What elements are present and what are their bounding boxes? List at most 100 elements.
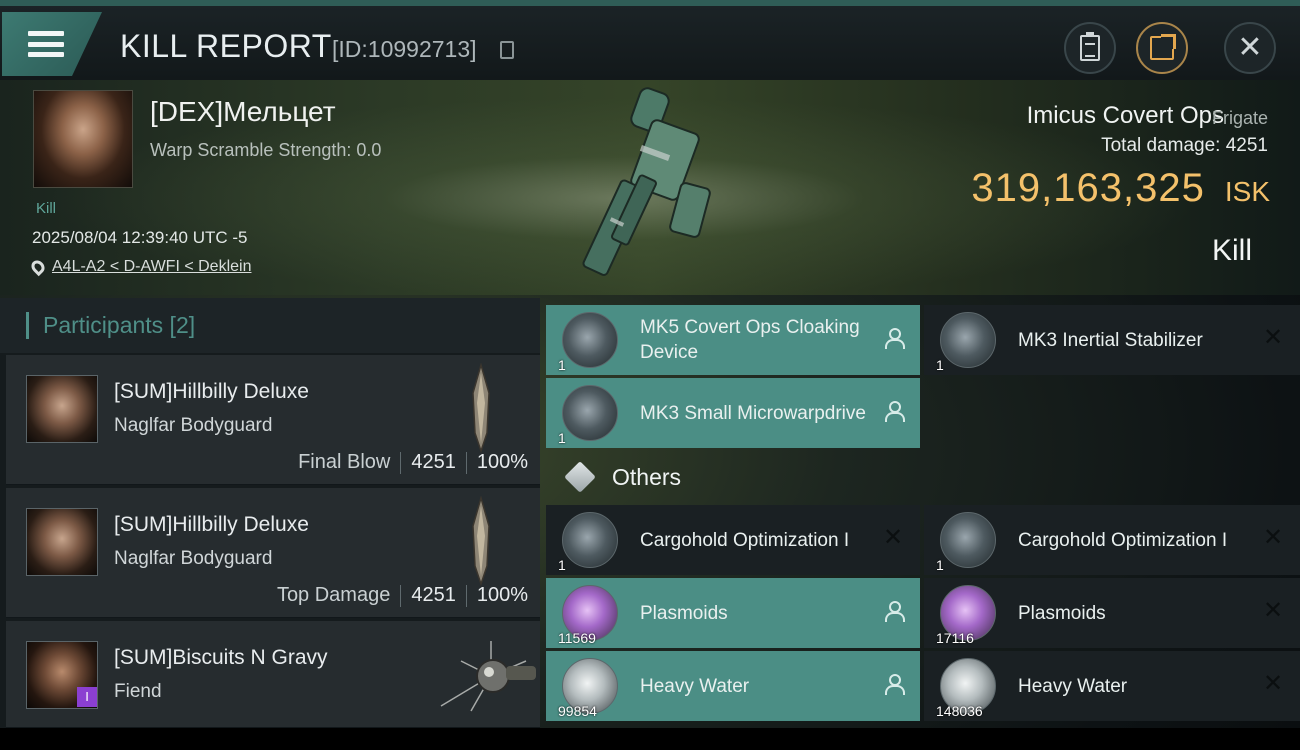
- participant-stats: Final Blow 4251 100%: [298, 451, 528, 474]
- person-icon: [884, 601, 905, 622]
- victim-banner: [DEX]Мельцет Warp Scramble Strength: 0.0…: [0, 80, 1300, 295]
- item-qty: 148036: [936, 703, 983, 719]
- item-name: Plasmoids: [640, 603, 728, 624]
- module-qty: 1: [936, 357, 944, 373]
- dropped-indicator: [882, 400, 905, 422]
- participant-stats: Top Damage 4251 100%: [277, 584, 528, 607]
- menu-button[interactable]: [2, 12, 102, 76]
- participant-badge: I: [77, 687, 97, 707]
- destroyed-indicator: ✕: [882, 524, 904, 551]
- item-name: Cargohold Optimization I: [1018, 529, 1228, 551]
- ship-name[interactable]: Imicus Covert Ops: [1027, 102, 1224, 130]
- participant-name: [SUM]Hillbilly Deluxe: [114, 513, 309, 536]
- page-title: KILL REPORT: [120, 28, 332, 64]
- item-qty: 1: [558, 557, 566, 573]
- participant-name: [SUM]Hillbilly Deluxe: [114, 380, 309, 403]
- isk-row: 319,163,325 ISK: [971, 166, 1270, 211]
- stat-divider: [400, 451, 402, 474]
- participants-header: Participants [2]: [0, 298, 540, 353]
- module-item[interactable]: 1 MK3 Small Microwarpdrive: [546, 378, 920, 448]
- kill-result: Kill: [1211, 234, 1252, 267]
- dropped-indicator: [882, 673, 905, 695]
- isk-value: 319,163,325: [971, 166, 1205, 210]
- victim-name[interactable]: [DEX]Мельцет: [150, 96, 336, 128]
- close-x-icon: ✕: [1262, 524, 1284, 551]
- close-x-icon: ✕: [882, 524, 904, 551]
- close-button[interactable]: ✕: [1224, 22, 1276, 74]
- close-x-icon: ✕: [1262, 597, 1284, 624]
- item-qty: 11569: [558, 630, 596, 646]
- ship-class: Frigate: [1211, 108, 1268, 128]
- participant-row[interactable]: I [SUM]Biscuits N Gravy Fiend: [6, 621, 540, 728]
- cargo-item[interactable]: 1 Cargohold Optimization I ✕: [924, 505, 1300, 575]
- location-link[interactable]: A4L-A2 < D-AWFI < Deklein: [52, 258, 251, 276]
- ship-render: [582, 87, 711, 276]
- kill-timestamp: 2025/08/04 12:39:40 UTC -5: [32, 228, 248, 247]
- share-button[interactable]: [1136, 22, 1188, 74]
- header-bar: KILL REPORT [ID:10992713] ✕: [0, 0, 1300, 80]
- participant-ship-render: [472, 363, 490, 453]
- cargo-item[interactable]: 148036 Heavy Water ✕: [924, 651, 1300, 721]
- participant-avatar: [26, 508, 98, 576]
- menu-icon: [28, 31, 64, 57]
- participant-ship: Fiend: [114, 681, 162, 702]
- dropped-indicator: [882, 600, 905, 622]
- person-icon: [884, 328, 905, 349]
- location-row[interactable]: A4L-A2 < D-AWFI < Deklein: [28, 257, 251, 277]
- module-item[interactable]: 1 MK3 Inertial Stabilizer ✕: [924, 305, 1300, 375]
- copy-id-icon[interactable]: [500, 41, 514, 59]
- warp-scramble-strength: Warp Scramble Strength: 0.0: [150, 140, 382, 160]
- cloaking-device-icon: [562, 312, 618, 368]
- destroyed-indicator: ✕: [1262, 672, 1284, 696]
- item-qty: 17116: [936, 630, 974, 646]
- victim-portrait[interactable]: [33, 90, 133, 188]
- item-name: Cargohold Optimization I: [640, 529, 850, 551]
- destroyed-indicator: ✕: [1262, 597, 1284, 624]
- person-icon: [884, 401, 905, 422]
- participant-name: [SUM]Biscuits N Gravy: [114, 646, 328, 669]
- module-name: MK5 Covert Ops Cloaking Device: [640, 317, 860, 363]
- kill-tag: Kill: [36, 200, 57, 217]
- cargohold-optimization-icon: [940, 512, 996, 568]
- module-qty: 1: [558, 357, 566, 373]
- microwarpdrive-icon: [562, 385, 618, 441]
- module-qty: 1: [558, 430, 566, 446]
- participants-panel: Participants [2] [SUM]Hillbilly Deluxe N…: [0, 298, 540, 728]
- location-pin-icon: [28, 257, 48, 277]
- bottom-strip: [0, 728, 1300, 750]
- cargohold-optimization-icon: [562, 512, 618, 568]
- clipboard-button[interactable]: [1064, 22, 1116, 74]
- item-qty: 99854: [558, 703, 597, 719]
- stat-label: Final Blow: [298, 451, 391, 473]
- cargo-cube-icon: [564, 461, 596, 493]
- cargo-item[interactable]: 11569 Plasmoids: [546, 578, 920, 648]
- module-item[interactable]: 1 MK5 Covert Ops Cloaking Device: [546, 305, 920, 375]
- cargo-item[interactable]: 99854 Heavy Water: [546, 651, 920, 721]
- cargo-item[interactable]: 1 Cargohold Optimization I ✕: [546, 505, 920, 575]
- stat-divider: [400, 584, 402, 607]
- module-name: MK3 Small Microwarpdrive: [640, 402, 866, 424]
- participants-title: Participants [2]: [26, 312, 195, 339]
- stat-percent: 100%: [476, 584, 528, 606]
- close-x-icon: ✕: [1262, 324, 1284, 351]
- share-icon: [1150, 34, 1176, 60]
- stat-percent: 100%: [476, 451, 528, 473]
- item-name: Heavy Water: [640, 676, 750, 697]
- participant-avatar: [26, 375, 98, 443]
- stat-divider: [465, 451, 467, 474]
- inertial-stabilizer-icon: [940, 312, 996, 368]
- participant-ship: Naglfar Bodyguard: [114, 548, 273, 569]
- stat-damage: 4251: [411, 584, 456, 606]
- participant-ship: Naglfar Bodyguard: [114, 415, 273, 436]
- total-damage: Total damage: 4251: [1101, 135, 1268, 156]
- participant-row[interactable]: [SUM]Hillbilly Deluxe Naglfar Bodyguard …: [6, 488, 540, 618]
- module-name: MK3 Inertial Stabilizer: [1018, 329, 1203, 351]
- cargo-item[interactable]: 17116 Plasmoids ✕: [924, 578, 1300, 648]
- destroyed-indicator: ✕: [1262, 524, 1284, 551]
- stat-damage: 4251: [411, 451, 456, 473]
- participant-row[interactable]: [SUM]Hillbilly Deluxe Naglfar Bodyguard …: [6, 355, 540, 485]
- report-id: [ID:10992713]: [332, 36, 477, 62]
- kill-report-screen: KILL REPORT [ID:10992713] ✕ [DEX]Мельцет…: [0, 0, 1300, 750]
- dropped-indicator: [882, 327, 905, 349]
- clipboard-icon: [1080, 32, 1100, 61]
